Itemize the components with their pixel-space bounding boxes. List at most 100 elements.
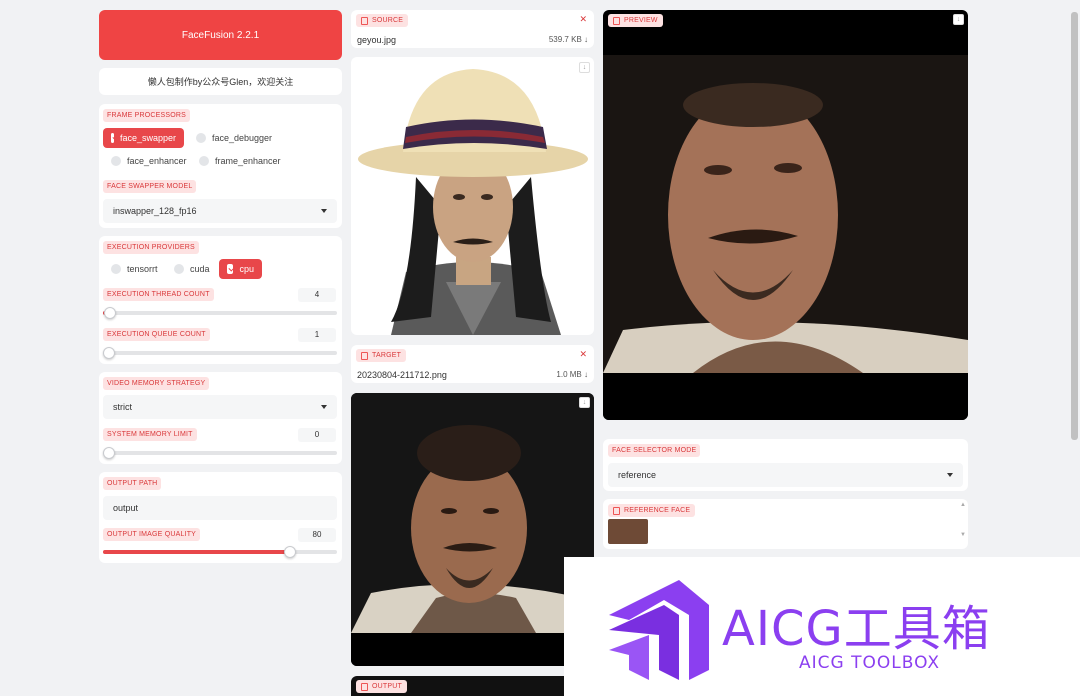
close-icon[interactable]: ✕ <box>579 349 587 360</box>
memory-panel: VIDEO MEMORY STRATEGY strict SYSTEM MEMO… <box>99 372 342 464</box>
target-filename[interactable]: 20230804-211712.png <box>357 370 447 380</box>
execution-providers-label: EXECUTION PROVIDERS <box>103 241 199 254</box>
face-selector-mode-label: FACE SELECTOR MODE <box>608 444 701 457</box>
thread-count-slider[interactable] <box>103 307 337 319</box>
watermark-subtitle: AICG TOOLBOX <box>799 653 941 673</box>
target-portrait-image <box>351 393 594 666</box>
tensorrt-checkbox[interactable]: tensorrt <box>103 259 166 279</box>
watermark-overlay: AICG工具箱 AICG TOOLBOX <box>564 557 1080 696</box>
face-swapper-model-value: inswapper_128_fp16 <box>113 206 197 216</box>
system-memory-limit-label: SYSTEM MEMORY LIMIT <box>103 428 197 441</box>
checkbox-circle <box>111 156 121 166</box>
face-debugger-label: face_debugger <box>212 133 273 143</box>
output-image-quality-input[interactable]: 80 <box>298 528 336 542</box>
face-selector-mode-value: reference <box>618 470 657 480</box>
target-label-text: TARGET <box>372 352 402 359</box>
file-icon <box>613 506 620 515</box>
target-file-panel: TARGET ✕ 20230804-211712.png 1.0 MB ↓ <box>351 345 594 383</box>
frame-enhancer-label: frame_enhancer <box>215 156 281 166</box>
system-memory-limit-input[interactable]: 0 <box>298 428 336 442</box>
queue-count-label: EXECUTION QUEUE COUNT <box>103 328 210 341</box>
face-enhancer-label: face_enhancer <box>127 156 187 166</box>
output-label-text: OUTPUT <box>372 683 402 690</box>
slider-thumb[interactable] <box>103 447 115 459</box>
checkbox-circle <box>174 264 184 274</box>
slider-thumb[interactable] <box>103 347 115 359</box>
aicg-logo-icon <box>609 580 709 680</box>
file-icon <box>613 16 620 25</box>
slider-fill <box>103 550 291 554</box>
file-icon <box>361 16 368 25</box>
face-swapper-model-select[interactable]: inswapper_128_fp16 <box>103 199 337 223</box>
source-portrait-image <box>358 69 588 335</box>
face-selector-panel: FACE SELECTOR MODE reference <box>603 439 968 491</box>
chevron-down-icon <box>321 209 327 213</box>
scrollbar[interactable]: ▲ ▼ <box>960 502 966 546</box>
system-memory-limit-slider[interactable] <box>103 447 337 459</box>
output-path-input[interactable]: output <box>103 496 337 520</box>
queue-count-slider[interactable] <box>103 347 337 359</box>
frame-processors-panel: FRAME PROCESSORS face_swapper face_debug… <box>99 104 342 228</box>
source-label-text: SOURCE <box>372 17 404 24</box>
cpu-checkbox[interactable]: cpu <box>219 259 262 279</box>
checkbox-circle <box>199 156 209 166</box>
preview-label: PREVIEW <box>608 14 663 27</box>
tensorrt-label: tensorrt <box>127 264 158 274</box>
output-panel: OUTPUT <box>351 676 594 696</box>
file-icon <box>361 351 368 360</box>
slider-thumb[interactable] <box>104 307 117 319</box>
app-title: FaceFusion 2.2.1 <box>181 29 260 41</box>
file-icon <box>361 682 368 691</box>
video-memory-strategy-label: VIDEO MEMORY STRATEGY <box>103 377 210 390</box>
reference-face-thumbnail[interactable] <box>608 519 648 544</box>
preview-panel: PREVIEW ↓ <box>603 10 968 420</box>
reference-face-panel: REFERENCE FACE ▲ ▼ <box>603 499 968 549</box>
thread-count-input[interactable]: 4 <box>298 288 336 302</box>
preview-label-text: PREVIEW <box>624 17 658 24</box>
cuda-label: cuda <box>190 264 210 274</box>
face-selector-mode-select[interactable]: reference <box>608 463 963 487</box>
output-image-quality-slider[interactable] <box>103 546 337 558</box>
close-icon[interactable]: ✕ <box>579 14 587 25</box>
face-swapper-model-label: FACE SWAPPER MODEL <box>103 180 197 193</box>
checkbox-circle <box>111 264 121 274</box>
source-filename[interactable]: geyou.jpg <box>357 35 396 45</box>
slider-thumb[interactable] <box>284 546 297 558</box>
reference-face-label: REFERENCE FACE <box>608 504 696 517</box>
output-image-quality-label: OUTPUT IMAGE QUALITY <box>103 528 201 541</box>
video-memory-strategy-value: strict <box>113 402 132 412</box>
frame-processors-label: FRAME PROCESSORS <box>103 109 191 122</box>
face-swapper-checkbox[interactable]: face_swapper <box>103 128 184 148</box>
face-enhancer-checkbox[interactable]: face_enhancer <box>103 151 195 171</box>
title-banner: FaceFusion 2.2.1 <box>99 10 342 60</box>
scrollbar-thumb[interactable] <box>1071 12 1078 440</box>
download-icon[interactable]: ↓ <box>953 14 964 25</box>
source-image: ↓ <box>351 57 594 335</box>
subtitle-box: 懒人包制作by公众号Glen，欢迎关注 <box>99 68 342 95</box>
watermark-title: AICG工具箱 <box>722 601 991 657</box>
thread-count-label: EXECUTION THREAD COUNT <box>103 288 214 301</box>
face-debugger-checkbox[interactable]: face_debugger <box>188 128 280 148</box>
target-filesize[interactable]: 1.0 MB ↓ <box>556 370 588 379</box>
cpu-label: cpu <box>239 264 254 274</box>
chevron-down-icon <box>947 473 953 477</box>
check-icon <box>111 133 114 143</box>
output-label: OUTPUT <box>356 680 407 693</box>
video-memory-strategy-select[interactable]: strict <box>103 395 337 419</box>
output-path-value: output <box>113 503 139 513</box>
execution-panel: EXECUTION PROVIDERS tensorrt cuda cpu EX… <box>99 236 342 364</box>
cuda-checkbox[interactable]: cuda <box>166 259 218 279</box>
target-image: ↓ <box>351 393 594 666</box>
target-label: TARGET <box>356 349 407 362</box>
output-path-label: OUTPUT PATH <box>103 477 162 490</box>
source-filesize[interactable]: 539.7 KB ↓ <box>549 35 588 44</box>
preview-image <box>603 55 968 420</box>
checkbox-circle <box>196 133 206 143</box>
download-icon[interactable]: ↓ <box>579 62 590 73</box>
queue-count-input[interactable]: 1 <box>298 328 336 342</box>
download-icon[interactable]: ↓ <box>579 397 590 408</box>
frame-enhancer-checkbox[interactable]: frame_enhancer <box>191 151 289 171</box>
output-settings-panel: OUTPUT PATH output OUTPUT IMAGE QUALITY … <box>99 472 342 563</box>
face-swapper-label: face_swapper <box>119 133 176 143</box>
check-icon <box>227 264 234 274</box>
